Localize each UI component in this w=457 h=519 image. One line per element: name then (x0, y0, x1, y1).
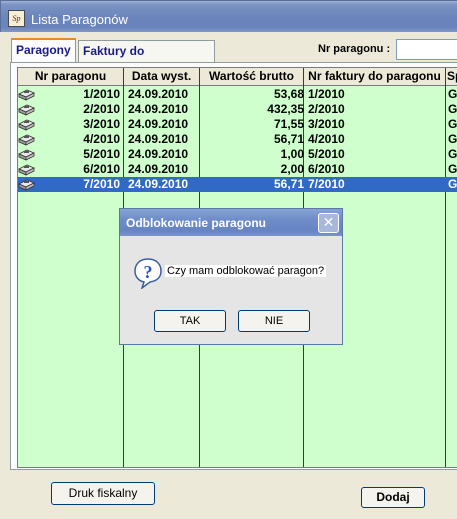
cell-sp: G (448, 132, 457, 146)
nr-paragonu-input[interactable] (396, 39, 457, 60)
cell-date: 24.09.2010 (128, 147, 189, 161)
table-row[interactable]: 3/2010 24.09.2010 71,55 3/2010 G (18, 117, 457, 132)
cell-faktura: 2/2010 (308, 102, 345, 116)
cell-value: 2,00 (280, 162, 304, 176)
col-header-date[interactable]: Data wyst. (124, 68, 200, 86)
cell-value: 56,71 (273, 132, 304, 146)
cell-nr: 2/2010 (83, 102, 120, 116)
table-row[interactable]: 5/2010 24.09.2010 1,00 5/2010 G (18, 147, 457, 162)
col-header-faktura[interactable]: Nr faktury do paragonu (304, 68, 446, 86)
table-row[interactable]: 2/2010 24.09.2010 432,35 2/2010 G (18, 102, 457, 117)
cell-faktura: 4/2010 (308, 132, 345, 146)
cell-nr: 6/2010 (83, 162, 120, 176)
cell-nr: 1/2010 (83, 87, 120, 101)
cell-faktura: 5/2010 (308, 147, 345, 161)
cell-sp: G (448, 177, 457, 191)
table-row[interactable]: 6/2010 24.09.2010 2,00 6/2010 G (18, 162, 457, 177)
druk-fiskalny-button[interactable]: Druk fiskalny (51, 482, 155, 505)
cell-sp: G (448, 117, 457, 131)
cell-faktura: 3/2010 (308, 117, 345, 131)
cell-faktura: 7/2010 (308, 177, 345, 191)
cell-nr: 4/2010 (83, 132, 120, 146)
dialog-message: Czy mam odblokować paragon? (165, 265, 327, 277)
cell-date: 24.09.2010 (128, 87, 189, 101)
cell-value: 56,71 (273, 177, 304, 191)
cell-sp: G (448, 162, 457, 176)
cell-faktura: 6/2010 (308, 162, 345, 176)
main-window: Sp Lista Paragonów Paragony Faktury do p… (0, 0, 457, 519)
col-header-value[interactable]: Wartość brutto (200, 68, 304, 86)
receipt-icon (18, 148, 35, 161)
table-row[interactable]: 7/2010 24.09.2010 56,71 7/2010 G (18, 177, 457, 192)
dialog-title: Odblokowanie paragonu (126, 216, 267, 230)
receipt-icon (18, 103, 35, 116)
table-row[interactable]: 1/2010 24.09.2010 53,68 1/2010 G (18, 87, 457, 102)
cell-date: 24.09.2010 (128, 117, 189, 131)
col-header-nr[interactable]: Nr paragonu (18, 68, 124, 86)
cell-date: 24.09.2010 (128, 162, 189, 176)
app-icon: Sp (8, 10, 25, 27)
title-bar[interactable]: Sp Lista Paragonów (0, 0, 457, 32)
nie-button[interactable]: NIE (238, 310, 310, 332)
dodaj-button[interactable]: Dodaj (361, 487, 425, 508)
tab-paragony[interactable]: Paragony (11, 38, 76, 62)
receipt-icon (18, 133, 35, 146)
svg-text:?: ? (144, 262, 153, 282)
col-header-sp[interactable]: Sp (446, 68, 457, 86)
cell-value: 53,68 (273, 87, 304, 101)
cell-sp: G (448, 147, 457, 161)
receipt-icon (18, 118, 35, 131)
window-title: Lista Paragonów (31, 12, 128, 27)
receipt-icon (18, 163, 35, 176)
cell-nr: 7/2010 (83, 177, 120, 191)
receipt-icon (18, 178, 35, 191)
receipt-icon (18, 88, 35, 101)
cell-value: 432,35 (267, 102, 304, 116)
cell-nr: 5/2010 (83, 147, 120, 161)
nr-paragonu-label: Nr paragonu : (318, 43, 391, 55)
cell-sp: G (448, 102, 457, 116)
unlock-dialog: Odblokowanie paragonu ✕ ? Czy mam odblok… (119, 208, 343, 345)
table-row[interactable]: 4/2010 24.09.2010 56,71 4/2010 G (18, 132, 457, 147)
cell-date: 24.09.2010 (128, 132, 189, 146)
cell-faktura: 1/2010 (308, 87, 345, 101)
question-icon: ? (134, 258, 162, 289)
cell-date: 24.09.2010 (128, 102, 189, 116)
cell-value: 1,00 (280, 147, 304, 161)
cell-nr: 3/2010 (83, 117, 120, 131)
tab-faktury[interactable]: Faktury do paragonów (78, 40, 215, 78)
cell-sp: G (448, 87, 457, 101)
dialog-title-bar[interactable]: Odblokowanie paragonu ✕ (120, 209, 342, 236)
tak-button[interactable]: TAK (154, 310, 226, 332)
close-icon[interactable]: ✕ (318, 213, 339, 233)
cell-value: 71,55 (273, 117, 304, 131)
cell-date: 24.09.2010 (128, 177, 189, 191)
